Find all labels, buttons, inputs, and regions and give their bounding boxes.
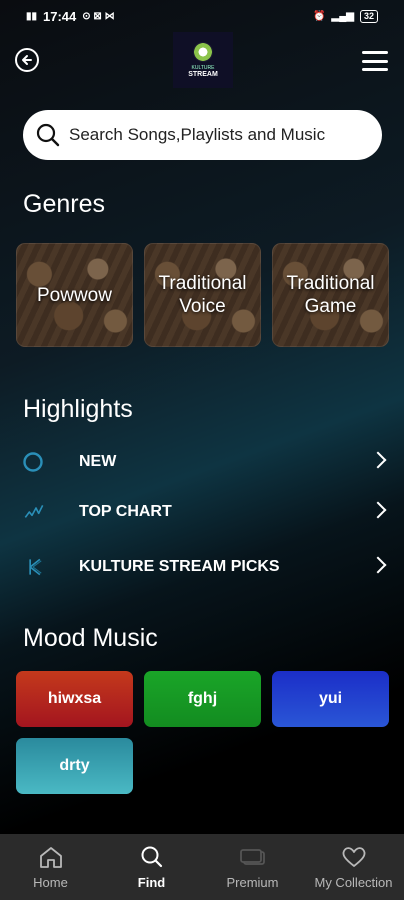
arrow-left-icon [22, 55, 32, 65]
hamburger-menu-icon[interactable] [362, 51, 388, 71]
highlight-item-kulture-picks[interactable]: KULTURE STREAM PICKS [22, 552, 387, 582]
circle-icon [22, 451, 44, 473]
app-header: KULTURE STREAM [0, 32, 404, 90]
nav-label: My Collection [314, 874, 393, 890]
genres-title: Genres [23, 190, 105, 218]
nav-premium[interactable]: Premium [202, 834, 303, 900]
genre-card-traditional-game[interactable]: Traditional Game [272, 243, 389, 347]
search-input[interactable] [67, 124, 371, 146]
highlight-item-new[interactable]: NEW [22, 447, 387, 477]
highlight-item-top-chart[interactable]: TOP CHART [22, 497, 387, 527]
nav-find[interactable]: Find [101, 834, 202, 900]
notification-icon: ⊙ ⊠ ⋈ [82, 10, 115, 22]
search-icon [141, 846, 162, 867]
app-logo: KULTURE STREAM [173, 32, 233, 88]
logo-text: STREAM [188, 71, 218, 78]
genre-label: Traditional Voice [158, 273, 247, 317]
mood-tile-yui[interactable]: yui [272, 671, 389, 727]
mood-tile-hiwxsa[interactable]: hiwxsa [16, 671, 133, 727]
nav-label: Home [33, 874, 68, 890]
highlight-label: NEW [79, 453, 117, 470]
home-icon [39, 846, 62, 868]
highlight-label: TOP CHART [79, 503, 172, 520]
highlight-label: KULTURE STREAM PICKS [79, 558, 280, 575]
highlights-title: Highlights [23, 395, 133, 423]
logo-mark-icon [193, 42, 213, 62]
mood-music-title: Mood Music [23, 624, 158, 652]
alarm-icon: ⏰ [313, 10, 326, 22]
nav-label: Find [137, 874, 166, 890]
chevron-right-icon [369, 451, 387, 469]
chevron-right-icon [369, 501, 387, 519]
kulture-logo-icon [22, 556, 44, 578]
back-button[interactable] [15, 48, 39, 72]
search-bar[interactable] [23, 110, 382, 160]
premium-icon [239, 848, 265, 865]
status-left: ▮▮ 17:44 ⊙ ⊠ ⋈ [26, 9, 115, 24]
chevron-right-icon [369, 556, 387, 574]
mood-tile-drty[interactable]: drty [16, 738, 133, 794]
genre-card-powwow[interactable]: Powwow [16, 243, 133, 347]
nav-my-collection[interactable]: My Collection [303, 834, 404, 900]
nav-label: Premium [226, 874, 279, 890]
heart-icon [342, 846, 365, 867]
genre-card-traditional-voice[interactable]: Traditional Voice [144, 243, 261, 347]
search-icon [36, 123, 60, 147]
network-icon: ▂▄▆ [331, 10, 354, 22]
chart-trend-icon [22, 501, 44, 523]
battery-icon: 32 [359, 9, 378, 23]
bottom-nav: Home Find Premium My Collection [0, 834, 404, 900]
signal-icon: ▮▮ [26, 10, 38, 22]
genre-label: Powwow [37, 284, 112, 306]
status-bar: ▮▮ 17:44 ⊙ ⊠ ⋈ ⏰ ▂▄▆ 32 [0, 0, 404, 32]
nav-home[interactable]: Home [0, 834, 101, 900]
genre-label: Traditional Game [286, 273, 375, 317]
genres-list: Powwow Traditional Voice Traditional Gam… [16, 243, 389, 347]
status-time: 17:44 [43, 8, 77, 24]
mood-tile-fghj[interactable]: fghj [144, 671, 261, 727]
status-right: ⏰ ▂▄▆ 32 [313, 9, 378, 23]
